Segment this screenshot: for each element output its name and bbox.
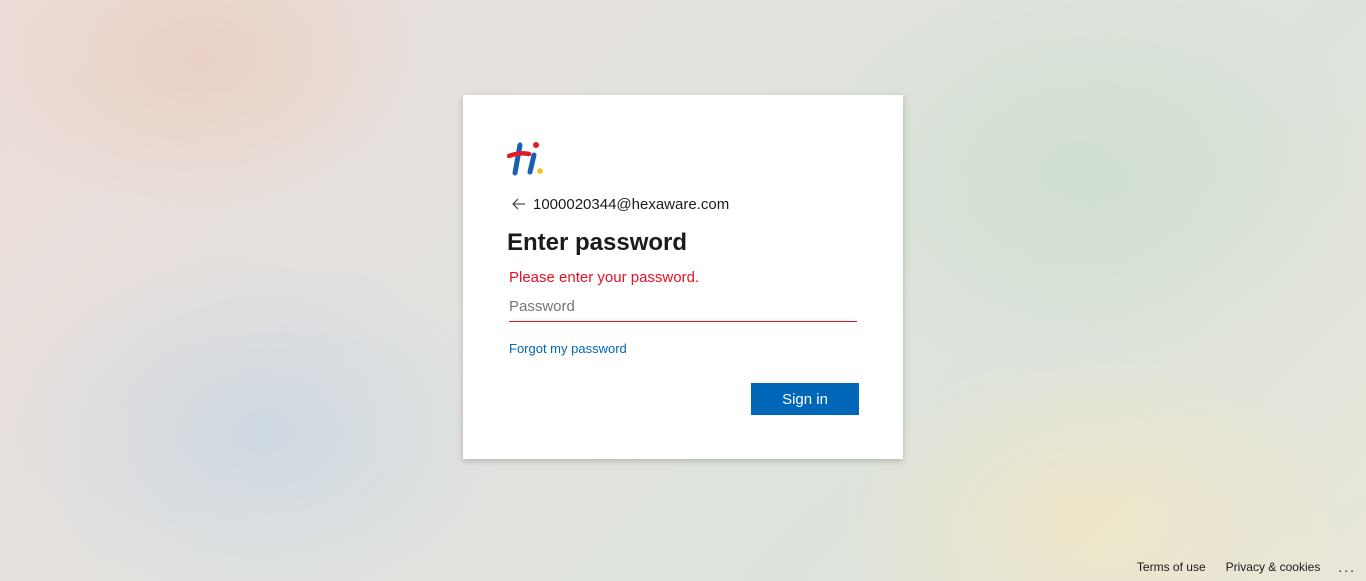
arrow-left-icon bbox=[512, 198, 525, 210]
identity-banner: 1000020344@hexaware.com bbox=[509, 193, 729, 215]
identity-email: 1000020344@hexaware.com bbox=[533, 195, 730, 213]
password-error-message: Please enter your password. bbox=[509, 269, 700, 286]
company-logo bbox=[506, 139, 547, 179]
page-title: Enter password bbox=[507, 229, 688, 256]
privacy-cookies-link[interactable]: Privacy & cookies bbox=[1226, 560, 1321, 574]
hi-logo-icon bbox=[506, 142, 543, 176]
footer: Terms of use Privacy & cookies ... bbox=[1117, 553, 1366, 581]
sign-in-card: 1000020344@hexaware.com Enter password P… bbox=[463, 95, 903, 459]
terms-of-use-link[interactable]: Terms of use bbox=[1137, 560, 1206, 574]
more-options-button[interactable]: ... bbox=[1338, 559, 1356, 575]
password-input[interactable] bbox=[509, 292, 857, 322]
forgot-password-link[interactable]: Forgot my password bbox=[509, 340, 627, 358]
sign-in-button[interactable]: Sign in bbox=[751, 383, 859, 415]
back-button[interactable] bbox=[509, 194, 529, 214]
